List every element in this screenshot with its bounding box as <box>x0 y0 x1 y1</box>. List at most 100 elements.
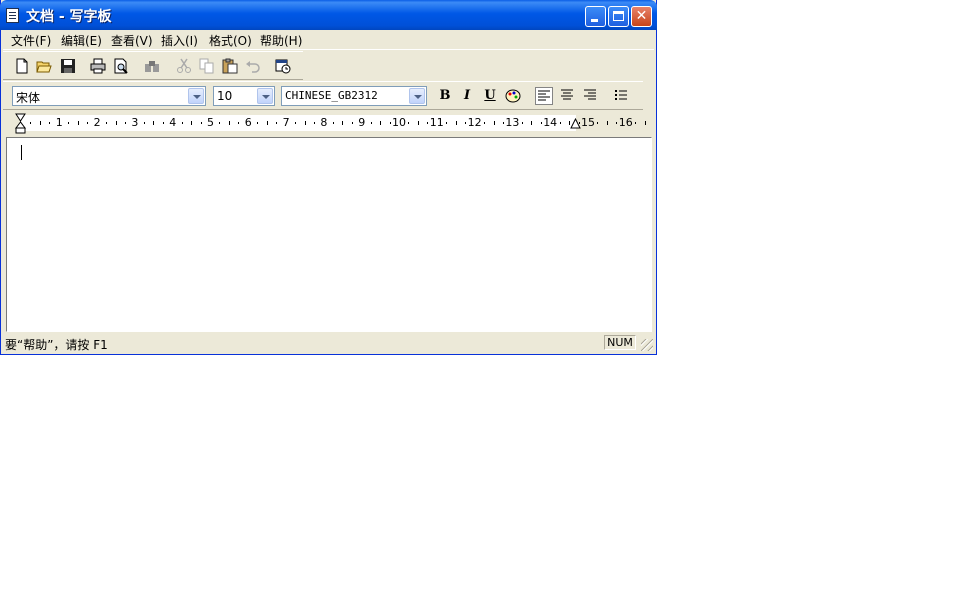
ruler-number: 13 <box>505 116 520 129</box>
ruler[interactable]: 1 2 3 4 5 6 7 8 9 10 11 12 13 14 15 16 <box>7 112 652 134</box>
script-combo[interactable]: CHINESE_GB2312 <box>281 86 427 106</box>
ruler-tick <box>238 122 240 124</box>
align-center-button[interactable] <box>558 87 576 105</box>
ruler-tick <box>606 121 608 125</box>
ruler-tick <box>380 121 382 125</box>
menu-file[interactable]: 文件(F) <box>11 32 51 49</box>
undo-button[interactable] <box>245 58 261 74</box>
ruler-tick <box>276 122 278 124</box>
ruler-tick <box>370 122 372 124</box>
menu-bar: 文件(F) 编辑(E) 查看(V) 插入(I) 格式(O) 帮助(H) <box>3 30 654 50</box>
ruler-tick <box>49 122 51 124</box>
find-button[interactable] <box>144 58 160 74</box>
ruler-tick <box>332 122 334 124</box>
bullets-button[interactable] <box>612 87 630 105</box>
open-button[interactable] <box>36 58 52 74</box>
ruler-tick <box>77 121 79 125</box>
undo-icon <box>246 61 260 73</box>
binoculars-icon <box>145 61 159 72</box>
ruler-tick <box>408 122 410 124</box>
ruler-number: 12 <box>467 116 482 129</box>
minimize-icon <box>591 19 598 22</box>
resize-grip[interactable] <box>641 339 653 351</box>
script-value: CHINESE_GB2312 <box>285 89 378 102</box>
ruler-tick <box>559 122 561 124</box>
align-right-button[interactable] <box>581 87 599 105</box>
italic-button[interactable]: I <box>458 87 476 105</box>
font-name-value: 宋体 <box>16 91 41 105</box>
print-button[interactable] <box>90 58 106 74</box>
ruler-tick <box>191 121 193 125</box>
bold-button[interactable]: B <box>436 87 454 105</box>
ruler-number: 8 <box>320 116 328 129</box>
ruler-tick <box>540 122 542 124</box>
chevron-down-icon[interactable] <box>257 88 273 104</box>
print-preview-button[interactable] <box>113 58 129 74</box>
paste-button[interactable] <box>222 58 238 74</box>
bulleted-list-icon <box>615 90 627 100</box>
open-folder-icon <box>36 61 52 73</box>
ruler-tick <box>228 121 230 125</box>
maximize-button[interactable] <box>608 6 629 27</box>
font-size-combo[interactable]: 10 <box>213 86 275 106</box>
ruler-number: 6 <box>244 116 252 129</box>
ruler-tick <box>115 121 117 125</box>
scissors-icon <box>177 58 191 73</box>
copy-icon <box>199 58 214 74</box>
ruler-tick <box>39 121 41 125</box>
ruler-tick <box>143 122 145 124</box>
ruler-number: 10 <box>392 116 406 129</box>
insert-datetime-button[interactable] <box>275 58 291 74</box>
title-bar[interactable]: 文档 - 写字板 ✕ <box>0 0 657 30</box>
menu-help[interactable]: 帮助(H) <box>260 32 302 49</box>
document-editor[interactable] <box>6 137 652 332</box>
chevron-down-icon[interactable] <box>188 88 204 104</box>
standard-toolbar <box>3 51 303 80</box>
ruler-number: 5 <box>207 116 214 129</box>
ruler-tick <box>465 122 467 124</box>
save-disk-icon <box>61 59 75 73</box>
align-left-button[interactable] <box>535 87 553 105</box>
ruler-tick <box>106 122 108 124</box>
format-toolbar: 宋体 10 CHINESE_GB2312 B I U <box>3 81 643 110</box>
ruler-tick <box>153 121 155 125</box>
color-palette-icon <box>505 89 521 103</box>
minimize-button[interactable] <box>585 6 606 27</box>
num-lock-indicator: NUM <box>604 335 636 350</box>
text-caret <box>21 145 22 160</box>
datetime-icon <box>275 59 291 74</box>
new-document-icon <box>16 58 28 74</box>
menu-insert[interactable]: 插入(I) <box>161 32 198 49</box>
ruler-tick <box>616 122 618 124</box>
ruler-number: 9 <box>358 116 366 129</box>
ruler-number: 3 <box>131 116 139 129</box>
ruler-tick <box>635 122 637 124</box>
ruler-tick <box>124 122 126 124</box>
ruler-number: 14 <box>543 116 558 129</box>
ruler-tick <box>87 122 89 124</box>
close-icon: ✕ <box>635 8 648 24</box>
menu-edit[interactable]: 编辑(E) <box>61 32 102 49</box>
cut-button[interactable] <box>176 58 192 74</box>
wordpad-window: 文档 - 写字板 ✕ 文件(F) 编辑(E) 查看(V) 插入(I) 格式(O)… <box>0 0 657 355</box>
ruler-tick <box>162 122 164 124</box>
color-button[interactable] <box>504 87 522 105</box>
close-button[interactable]: ✕ <box>631 6 652 27</box>
menu-format[interactable]: 格式(O) <box>209 32 252 49</box>
menu-view[interactable]: 查看(V) <box>111 32 153 49</box>
ruler-tick <box>502 122 504 124</box>
ruler-tick <box>342 121 344 125</box>
indent-marker-icon[interactable] <box>15 113 27 134</box>
ruler-tick <box>68 122 70 124</box>
window-title: 文档 - 写字板 <box>26 9 112 25</box>
ruler-tick <box>351 122 353 124</box>
paste-clipboard-icon <box>222 58 238 74</box>
save-button[interactable] <box>60 58 76 74</box>
new-button[interactable] <box>14 58 30 74</box>
wordpad-app-icon[interactable] <box>6 8 19 23</box>
underline-button[interactable]: U <box>481 87 499 105</box>
chevron-down-icon[interactable] <box>409 88 425 104</box>
right-indent-marker-icon[interactable] <box>570 118 582 130</box>
font-name-combo[interactable]: 宋体 <box>12 86 206 106</box>
copy-button[interactable] <box>199 58 215 74</box>
